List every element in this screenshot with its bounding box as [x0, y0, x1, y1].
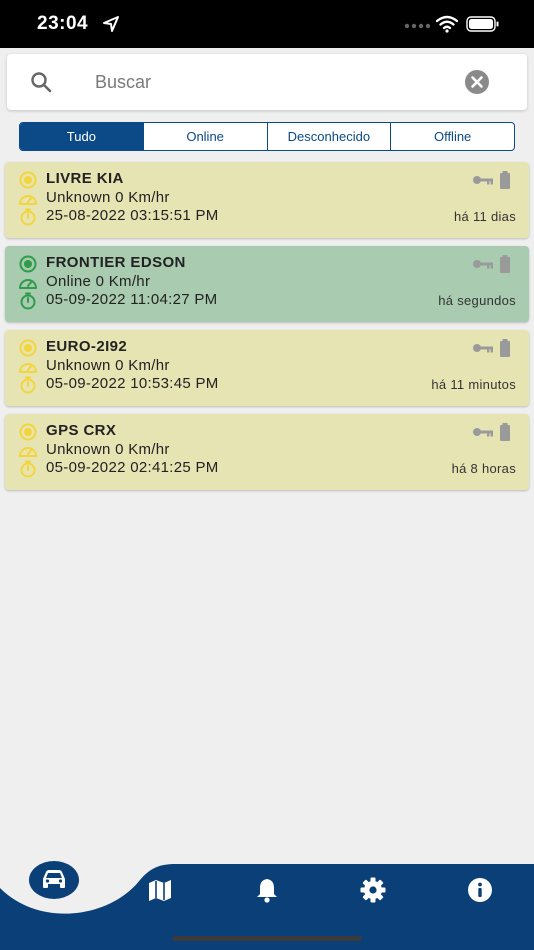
timer-icon — [20, 292, 36, 310]
speedometer-icon — [19, 363, 37, 373]
car-icon — [29, 861, 79, 899]
device-last-seen: há 11 dias — [453, 209, 516, 224]
device-timestamp: 05-09-2022 10:53:45 PM — [46, 375, 219, 392]
device-timestamp: 05-09-2022 11:04:27 PM — [46, 291, 218, 308]
search-bar — [7, 54, 527, 110]
status-dot-icon — [19, 255, 37, 273]
status-time: 23:04 — [37, 13, 89, 34]
device-name: LIVRE KIA — [46, 170, 124, 187]
tab-tudo[interactable]: Tudo — [20, 123, 143, 150]
key-icon — [473, 344, 493, 353]
device-last-seen: há 8 horas — [451, 461, 516, 476]
nav-map[interactable] — [145, 875, 175, 905]
nav-notifications[interactable] — [252, 875, 282, 905]
timer-icon — [20, 376, 36, 394]
device-card[interactable]: LIVRE KIA Unknown 0 Km/hr 25-08-2022 03:… — [5, 162, 529, 238]
device-battery-icon — [500, 255, 510, 273]
nav-vehicles[interactable] — [29, 860, 79, 900]
device-status: Unknown 0 Km/hr — [46, 441, 170, 458]
key-icon — [473, 260, 493, 269]
status-dot-icon — [19, 423, 37, 441]
gear-icon — [360, 877, 386, 903]
device-battery-icon — [500, 423, 510, 441]
device-status: Online 0 Km/hr — [46, 273, 151, 290]
wifi-icon — [436, 15, 458, 33]
tab-offline[interactable]: Offline — [390, 123, 514, 150]
location-arrow-icon — [103, 16, 119, 32]
search-icon — [31, 72, 52, 93]
tab-online[interactable]: Online — [142, 123, 267, 150]
signal-dots-icon — [404, 23, 430, 29]
device-status: Unknown 0 Km/hr — [46, 357, 170, 374]
speedometer-icon — [19, 279, 37, 289]
tab-desconhecido[interactable]: Desconhecido — [266, 123, 391, 150]
status-bar: 23:04 — [0, 0, 534, 48]
nav-settings[interactable] — [358, 875, 388, 905]
nav-info[interactable] — [465, 875, 495, 905]
device-card[interactable]: EURO-2I92 Unknown 0 Km/hr 05-09-2022 10:… — [5, 330, 529, 406]
map-icon — [149, 880, 171, 901]
search-input[interactable] — [95, 68, 425, 96]
filter-tabs: Tudo Online Desconhecido Offline — [19, 122, 515, 151]
clear-icon[interactable] — [465, 70, 489, 94]
speedometer-icon — [19, 447, 37, 457]
device-name: FRONTIER EDSON — [46, 254, 186, 271]
device-status: Unknown 0 Km/hr — [46, 189, 170, 206]
status-dot-icon — [19, 339, 37, 357]
timer-icon — [20, 460, 36, 478]
info-icon — [468, 878, 492, 902]
speedometer-icon — [19, 195, 37, 205]
timer-icon — [20, 208, 36, 226]
home-indicator — [172, 936, 362, 941]
device-last-seen: há 11 minutos — [431, 377, 516, 392]
device-timestamp: 05-09-2022 02:41:25 PM — [46, 459, 219, 476]
bell-icon — [257, 879, 277, 903]
device-card[interactable]: FRONTIER EDSON Online 0 Km/hr 05-09-2022… — [5, 246, 529, 322]
device-last-seen: há segundos — [438, 293, 516, 308]
device-card[interactable]: GPS CRX Unknown 0 Km/hr 05-09-2022 02:41… — [5, 414, 529, 490]
device-battery-icon — [500, 171, 510, 189]
key-icon — [473, 176, 493, 185]
key-icon — [473, 428, 493, 437]
device-name: EURO-2I92 — [46, 338, 128, 355]
device-name: GPS CRX — [46, 422, 117, 439]
status-dot-icon — [19, 171, 37, 189]
battery-icon — [466, 16, 499, 32]
device-battery-icon — [500, 339, 510, 357]
device-timestamp: 25-08-2022 03:15:51 PM — [46, 207, 219, 224]
